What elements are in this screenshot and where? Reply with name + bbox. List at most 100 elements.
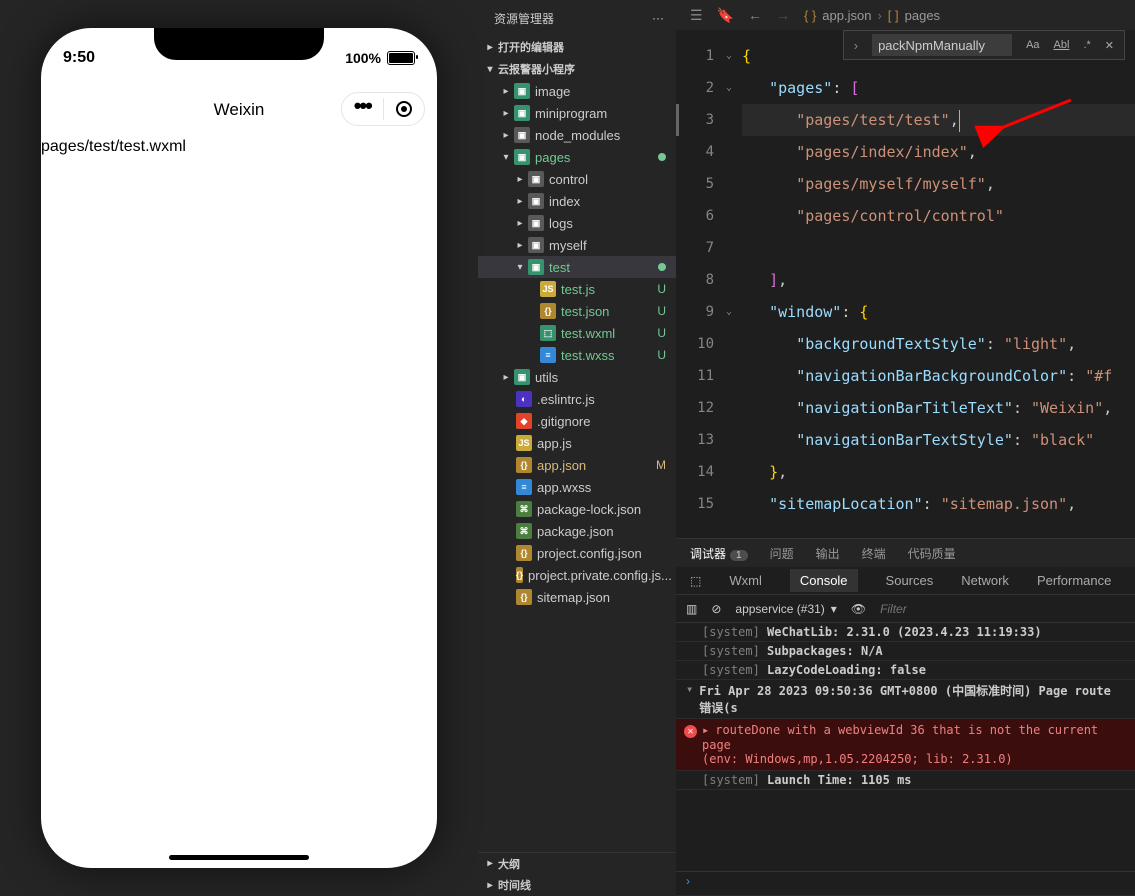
eye-icon[interactable]: 👁 [851, 602, 866, 616]
folder-icon: ▣ [514, 83, 530, 99]
regex-icon[interactable]: .* [1083, 39, 1090, 51]
explorer-title: 资源管理器 [494, 10, 554, 27]
nav-bar: Weixin ••• [41, 82, 437, 138]
close-icon[interactable]: ✕ [1105, 39, 1114, 52]
text-cursor [959, 110, 960, 132]
console-prompt[interactable]: › [676, 872, 1135, 896]
battery-icon [387, 51, 415, 65]
json-icon: {} [516, 545, 532, 561]
menu-icon[interactable]: ☰ [690, 7, 703, 24]
tree-file-test-wxss[interactable]: ≡test.wxssU [478, 344, 676, 366]
inspect-icon[interactable]: ⬚ [690, 574, 701, 588]
console-filter[interactable] [880, 602, 1125, 616]
tab-output[interactable]: 输出 [816, 545, 840, 562]
npm-icon: ⌘ [516, 523, 532, 539]
tree-folder-test[interactable]: ▾▣test [478, 256, 676, 278]
tree-file-gitignore[interactable]: ◆.gitignore [478, 410, 676, 432]
explorer-more-icon[interactable]: ··· [652, 11, 664, 25]
wxml-icon: ⬚ [540, 325, 556, 341]
tree-file-sitemap[interactable]: {}sitemap.json [478, 586, 676, 608]
find-widget[interactable]: › Aa Abl .* ✕ [843, 30, 1125, 60]
tree-file-test-wxml[interactable]: ⬚test.wxmlU [478, 322, 676, 344]
tree-file-package[interactable]: ⌘package.json [478, 520, 676, 542]
tree-folder-myself[interactable]: ▸▣myself [478, 234, 676, 256]
tree-folder-index[interactable]: ▸▣index [478, 190, 676, 212]
git-icon: ◆ [516, 413, 532, 429]
phone-frame: 9:50 100% Weixin ••• pages/test/test.wxm… [41, 28, 437, 868]
folder-icon: ▣ [528, 259, 544, 275]
debugger-panel: 调试器1 问题 输出 终端 代码质量 ⬚ Wxml Console Source… [676, 538, 1135, 896]
capsule-close-button[interactable] [384, 101, 425, 117]
back-icon[interactable]: ← [748, 7, 762, 23]
editor-pane: ☰ 🔖 ← → { } app.json› [ ] pages › Aa Abl… [676, 0, 1135, 896]
fold-gutter[interactable]: ⌄⌄⌄ [722, 40, 736, 520]
tab-performance[interactable]: Performance [1037, 573, 1111, 588]
folder-icon: ▣ [514, 105, 530, 121]
tree-folder-node-modules[interactable]: ▸▣node_modules [478, 124, 676, 146]
tree-folder-utils[interactable]: ▸▣utils [478, 366, 676, 388]
code-area[interactable]: 123456789101112131415 ⌄⌄⌄ { "pages": [ "… [676, 30, 1135, 538]
tree-file-test-json[interactable]: {}test.jsonU [478, 300, 676, 322]
match-case-icon[interactable]: Aa [1026, 39, 1039, 51]
console-output[interactable]: [system] WeChatLib: 2.31.0 (2023.4.23 11… [676, 623, 1135, 872]
tab-network[interactable]: Network [961, 573, 1009, 588]
tree-folder-miniprogram[interactable]: ▸▣miniprogram [478, 102, 676, 124]
page-content: pages/test/test.wxml [41, 138, 437, 156]
debugger-tabs-primary: 调试器1 问题 输出 终端 代码质量 [676, 539, 1135, 567]
nav-title: Weixin [214, 100, 265, 120]
status-time: 9:50 [63, 49, 95, 67]
code-lines[interactable]: { "pages": [ "pages/test/test", "pages/i… [742, 40, 1135, 520]
device-notch [154, 28, 324, 60]
console-error[interactable]: ✕▸routeDone with a webviewId 36 that is … [676, 719, 1135, 771]
section-open-editors[interactable]: ▸打开的编辑器 [478, 36, 676, 58]
tree-folder-image[interactable]: ▸▣image [478, 80, 676, 102]
section-project[interactable]: ▾云报警器小程序 [478, 58, 676, 80]
filter-input[interactable] [880, 602, 1125, 616]
tree-file-projectconfig[interactable]: {}project.config.json [478, 542, 676, 564]
wxss-icon: ≡ [516, 479, 532, 495]
error-icon: ✕ [684, 725, 697, 738]
capsule: ••• [341, 92, 425, 126]
tree-file-eslintrc[interactable]: ◐.eslintrc.js [478, 388, 676, 410]
json-icon: {} [540, 303, 556, 319]
explorer-header: 资源管理器 ··· [478, 0, 676, 36]
forward-icon[interactable]: → [776, 7, 790, 23]
tab-sources[interactable]: Sources [886, 573, 934, 588]
json-icon: {} [516, 589, 532, 605]
tree-file-projectprivate[interactable]: {}project.private.config.js... [478, 564, 676, 586]
folder-icon: ▣ [528, 171, 544, 187]
tree-file-appjson[interactable]: {}app.jsonM [478, 454, 676, 476]
tree-folder-control[interactable]: ▸▣control [478, 168, 676, 190]
tree-file-appjs[interactable]: JSapp.js [478, 432, 676, 454]
js-icon: JS [540, 281, 556, 297]
devtools-tabs: ⬚ Wxml Console Sources Network Performan… [676, 567, 1135, 595]
tab-terminal[interactable]: 终端 [862, 545, 886, 562]
breadcrumb[interactable]: { } app.json› [ ] pages [804, 8, 940, 23]
line-number-gutter: 123456789101112131415 [676, 40, 722, 520]
tab-quality[interactable]: 代码质量 [908, 545, 956, 562]
sidebar-toggle-icon[interactable]: ▥ [686, 602, 697, 616]
context-selector[interactable]: appservice (#31) ▾ [735, 602, 836, 616]
folder-icon: ▣ [528, 193, 544, 209]
clear-console-icon[interactable]: ⊘ [711, 602, 721, 616]
folder-icon: ▣ [528, 237, 544, 253]
tab-issues[interactable]: 问题 [770, 545, 794, 562]
section-timeline[interactable]: ▸时间线 [478, 874, 676, 896]
npm-icon: ⌘ [516, 501, 532, 517]
tab-debugger[interactable]: 调试器1 [690, 545, 748, 562]
tree-file-test-js[interactable]: JStest.jsU [478, 278, 676, 300]
simulator-pane: 9:50 100% Weixin ••• pages/test/test.wxm… [0, 0, 478, 896]
tab-wxml[interactable]: Wxml [729, 573, 762, 588]
tab-console[interactable]: Console [790, 569, 858, 592]
find-input[interactable] [872, 34, 1012, 56]
section-outline[interactable]: ▸大纲 [478, 852, 676, 874]
tree-folder-pages[interactable]: ▾▣pages [478, 146, 676, 168]
wxss-icon: ≡ [540, 347, 556, 363]
tree-file-appwxss[interactable]: ≡app.wxss [478, 476, 676, 498]
bookmark-icon[interactable]: 🔖 [717, 7, 734, 24]
tree-file-packagelock[interactable]: ⌘package-lock.json [478, 498, 676, 520]
tree-folder-logs[interactable]: ▸▣logs [478, 212, 676, 234]
battery-percent: 100% [345, 50, 381, 66]
explorer-tree[interactable]: ▸打开的编辑器 ▾云报警器小程序 ▸▣image ▸▣miniprogram ▸… [478, 36, 676, 852]
whole-word-icon[interactable]: Abl [1054, 39, 1070, 51]
